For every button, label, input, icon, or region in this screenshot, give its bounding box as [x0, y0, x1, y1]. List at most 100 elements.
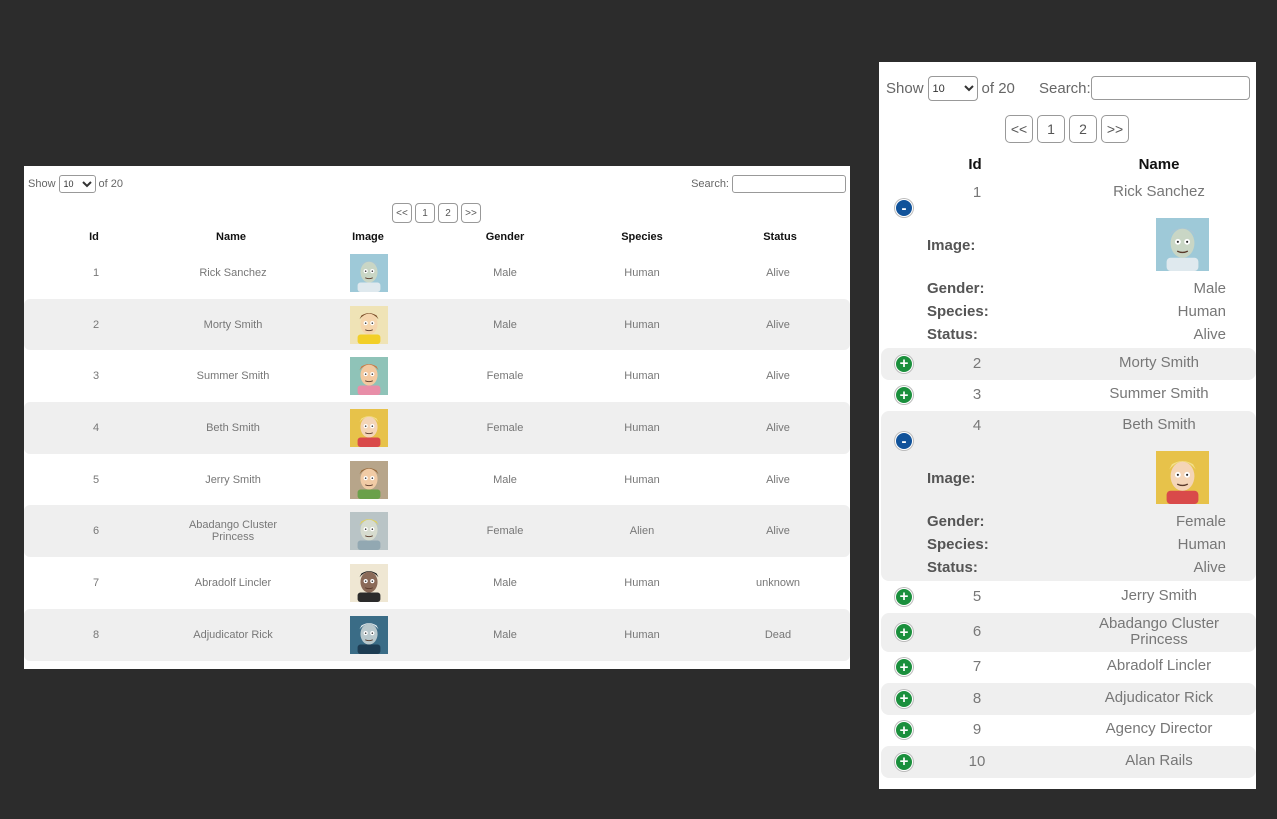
cell-species: Human — [624, 370, 660, 383]
collapse-row-icon[interactable]: - — [895, 432, 913, 450]
table-row[interactable]: 1 Rick Sanchez Male Human Alive — [24, 247, 850, 299]
page-size-select[interactable]: 10 — [58, 175, 96, 193]
detail-value-species: Human — [1177, 536, 1226, 553]
cell-id: 8 — [92, 628, 100, 641]
cell-name: Abadango Cluster Princess — [188, 519, 278, 544]
search-input[interactable] — [732, 175, 846, 193]
expand-row-icon[interactable]: + — [895, 587, 913, 606]
mobile-cell-id: 10 — [968, 752, 986, 770]
cell-gender: Female — [486, 370, 524, 383]
table-row[interactable]: 4 Beth Smith Female Human Alive — [24, 402, 850, 454]
mobile-page-1-button[interactable]: 1 — [1037, 115, 1065, 143]
mobile-last-page-button[interactable]: >> — [1101, 115, 1129, 143]
mobile-cell-name: Rick Sanchez — [1113, 183, 1205, 200]
expand-row-icon[interactable]: + — [895, 623, 913, 641]
expand-row-icon[interactable]: + — [895, 386, 913, 405]
table-row[interactable]: 2 Morty Smith Male Human Alive — [24, 298, 850, 351]
cell-id: 4 — [92, 421, 100, 434]
column-header-id[interactable]: Id — [89, 231, 99, 243]
mobile-cell-name: Abradolf Lincler — [1106, 657, 1212, 675]
collapsed-row[interactable]: +10 Alan Rails — [881, 746, 1256, 778]
character-portrait — [350, 408, 388, 447]
search-control: Search: — [691, 175, 846, 193]
mobile-cell-id: 8 — [972, 689, 982, 707]
character-image — [350, 357, 388, 396]
cell-species: Human — [624, 421, 660, 434]
page-1-button[interactable]: 1 — [415, 203, 435, 223]
expand-row-icon[interactable]: + — [895, 689, 913, 708]
mobile-cell-id: 6 — [972, 623, 982, 640]
table-row[interactable]: 3 Summer Smith Female Human Alive — [24, 350, 850, 402]
collapsed-row[interactable]: +9 Agency Director — [881, 715, 1256, 747]
expand-row-icon[interactable]: + — [895, 752, 913, 771]
page-2-button[interactable]: 2 — [438, 203, 458, 223]
detail-value-status: Alive — [1193, 326, 1226, 343]
expand-row-icon[interactable]: + — [895, 658, 913, 677]
detail-value-gender: Male — [1193, 280, 1226, 297]
mobile-total-label: of 20 — [981, 80, 1015, 97]
cell-gender: Female — [486, 525, 524, 538]
expand-row-icon[interactable]: + — [895, 354, 913, 373]
collapsed-row[interactable]: +6 Abadango Cluster Princess — [881, 612, 1256, 652]
detail-value-status: Alive — [1193, 559, 1226, 576]
mobile-table-body: Image: Gender: Male Species: Human Status: Ali… — [881, 178, 1256, 778]
cell-name: Morty Smith — [203, 318, 263, 331]
expanded-row[interactable]: Image: Gender: Male Species: Human Status: Ali… — [881, 178, 1256, 348]
collapse-row-icon[interactable]: - — [895, 199, 913, 217]
cell-status: Alive — [766, 473, 790, 486]
cell-status: Alive — [766, 525, 790, 538]
mobile-cell-name: Adjudicator Rick — [1104, 688, 1214, 706]
table-row-partial[interactable] — [24, 661, 850, 669]
detail-label-species: Species: — [927, 303, 989, 320]
collapsed-row[interactable]: +3 Summer Smith — [881, 380, 1256, 412]
cell-id: 3 — [92, 370, 100, 383]
character-image — [350, 512, 388, 551]
cell-status: Alive — [766, 421, 790, 434]
character-image — [350, 253, 388, 292]
detail-value-gender: Female — [1175, 513, 1226, 530]
character-portrait — [350, 615, 388, 654]
column-header-gender[interactable]: Gender — [486, 231, 525, 243]
cell-id: 7 — [92, 576, 100, 589]
collapsed-row[interactable]: +7 Abradolf Lincler — [881, 652, 1256, 684]
table-header: Id Name Image Gender Species Status — [24, 231, 850, 247]
cell-name: Summer Smith — [196, 370, 270, 383]
cell-species: Alien — [629, 525, 655, 538]
last-page-button[interactable]: >> — [461, 203, 481, 223]
column-header-image[interactable]: Image — [352, 231, 384, 243]
collapsed-row[interactable]: +2 Morty Smith — [881, 348, 1256, 380]
column-header-species[interactable]: Species — [621, 231, 663, 243]
detail-label-status: Status: — [927, 326, 978, 343]
mobile-table-panel: Show 10 of 20 Search: << 1 2 >> Id Name … — [879, 62, 1256, 789]
collapsed-row[interactable]: +5 Jerry Smith — [881, 581, 1256, 613]
table-row[interactable]: 5 Jerry Smith Male Human Alive — [24, 454, 850, 506]
expanded-row[interactable]: Image: Gender: Female Species: Human Status: A… — [881, 411, 1256, 581]
mobile-column-header-name[interactable]: Name — [1139, 156, 1180, 173]
detail-label-image: Image: — [927, 237, 976, 254]
column-header-status[interactable]: Status — [763, 231, 797, 243]
character-image — [350, 408, 388, 447]
cell-status: unknown — [755, 576, 801, 589]
cell-status: Alive — [766, 370, 790, 383]
cell-gender: Male — [493, 473, 517, 486]
detail-value-species: Human — [1177, 303, 1226, 320]
column-header-name[interactable]: Name — [216, 231, 246, 243]
table-row[interactable]: 8 Adjudicator Rick Male Human Dead — [24, 608, 850, 661]
character-image — [350, 563, 388, 602]
table-row[interactable]: 7 Abradolf Lincler Male Human unknown — [24, 557, 850, 609]
first-page-button[interactable]: << — [392, 203, 412, 223]
table-row[interactable]: 6 Abadango Cluster Princess Female Alien Ali… — [24, 505, 850, 558]
expand-row-icon[interactable]: + — [895, 721, 913, 740]
character-portrait — [350, 512, 388, 551]
mobile-page-size-select[interactable]: 10 — [927, 76, 978, 101]
mobile-column-header-id[interactable]: Id — [968, 156, 981, 173]
cell-id: 5 — [92, 473, 100, 486]
mobile-search-input[interactable] — [1091, 76, 1250, 100]
mobile-cell-id: 1 — [972, 184, 982, 201]
detail-image — [1156, 451, 1209, 504]
mobile-table-controls: Show 10 of 20 Search: — [886, 76, 1251, 102]
mobile-search-label: Search: — [1039, 80, 1091, 97]
mobile-first-page-button[interactable]: << — [1005, 115, 1033, 143]
mobile-page-2-button[interactable]: 2 — [1069, 115, 1097, 143]
collapsed-row[interactable]: +8 Adjudicator Rick — [881, 683, 1256, 715]
